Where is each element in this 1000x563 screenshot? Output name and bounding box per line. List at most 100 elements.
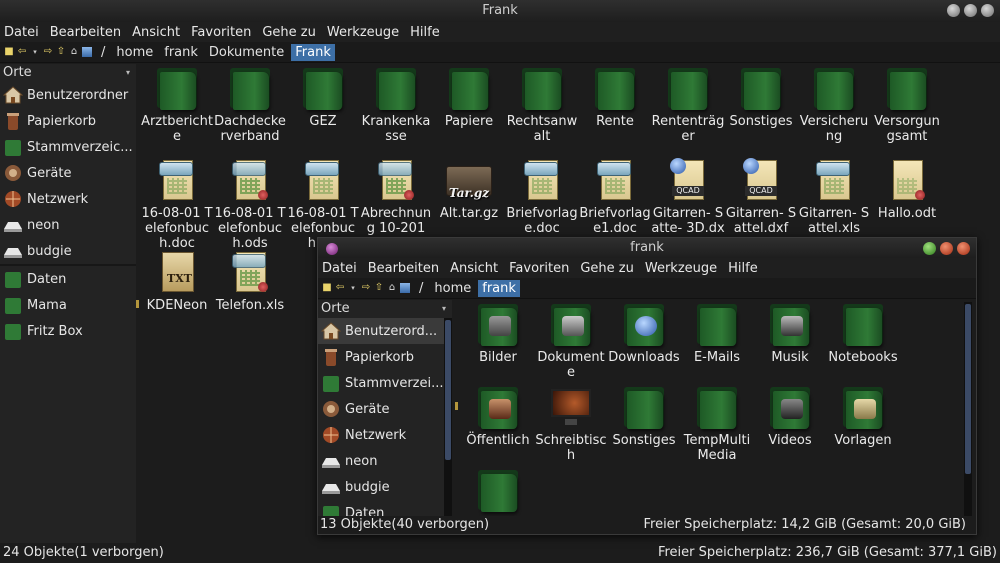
main-file-item[interactable]: Dachdecke rverband <box>213 66 287 144</box>
sidebar-item-papierkorb[interactable]: Papierkorb <box>318 344 452 370</box>
minimize-button[interactable] <box>947 4 960 17</box>
file-grid-scrollbar-thumb[interactable] <box>965 304 971 474</box>
sidebar-item-stammverzeichnis[interactable]: Stammverzei... <box>318 370 452 396</box>
main-file-item[interactable]: TXT KDENeon <box>140 250 214 313</box>
home-nav-icon[interactable]: ⌂ <box>387 283 397 293</box>
breadcrumb-frank-current[interactable]: frank <box>478 279 520 297</box>
sidebar-bookmark-mama[interactable]: Mama <box>0 292 136 318</box>
window-menu-icon[interactable] <box>326 243 338 255</box>
main-file-item[interactable]: Briefvorlag e1.doc <box>578 158 652 236</box>
sidebar-scrollbar-thumb[interactable] <box>445 320 451 460</box>
main-file-item[interactable]: Briefvorlag e.doc <box>505 158 579 236</box>
second-file-item[interactable]: Bilder <box>461 302 535 365</box>
breadcrumb-frank-current[interactable]: Frank <box>291 43 335 61</box>
sidebar-item-neon[interactable]: neon <box>0 212 136 238</box>
second-titlebar[interactable]: frank <box>318 238 976 258</box>
sidebar-item-benutzerordner[interactable]: Benutzerord... <box>318 318 452 344</box>
sidebar-resize-handle[interactable] <box>136 300 139 308</box>
sidebar-bookmark-fritz-box[interactable]: Fritz Box <box>0 318 136 344</box>
second-file-item[interactable]: Downloads <box>607 302 681 365</box>
main-file-item[interactable]: Versicheru ng <box>797 66 871 144</box>
sidebar-item-budgie[interactable]: budgie <box>318 474 452 500</box>
forward-icon[interactable]: ⇨ <box>43 47 53 57</box>
sidebar-bookmark-daten[interactable]: Daten <box>0 266 136 292</box>
sidebar-item-netzwerk[interactable]: Netzwerk <box>0 186 136 212</box>
main-file-item[interactable]: 16-08-01 Telefonbuc h.doc <box>140 158 214 251</box>
second-file-item[interactable]: Öffentlich <box>461 385 535 448</box>
menu-bearbeiten[interactable]: Bearbeiten <box>363 261 445 276</box>
sidebar-item-stammverzeichnis[interactable]: Stammverzeic... <box>0 134 136 160</box>
main-file-item[interactable]: QCAD Gitarren- Sattel.dxf <box>724 158 798 236</box>
places-dropdown[interactable]: Orte ▾ <box>0 64 136 82</box>
second-file-item[interactable] <box>461 468 535 516</box>
new-folder-icon[interactable]: ■ <box>4 47 14 57</box>
main-file-item[interactable]: Telefon.xls <box>213 250 287 313</box>
up-icon[interactable]: ⇧ <box>374 283 384 293</box>
sidebar-item-benutzerordner[interactable]: Benutzerordner <box>0 82 136 108</box>
main-file-item[interactable]: Papiere <box>432 66 506 129</box>
sidebar-item-geraete[interactable]: Geräte <box>0 160 136 186</box>
menu-hilfe[interactable]: Hilfe <box>405 25 446 40</box>
sidebar-bookmark-daten[interactable]: Daten <box>318 500 452 516</box>
main-file-item[interactable]: Versorgun gsamt <box>870 66 944 144</box>
menu-ansicht[interactable]: Ansicht <box>445 261 504 276</box>
main-file-item[interactable]: Rechtsanw alt <box>505 66 579 144</box>
sidebar-scrollbar[interactable] <box>444 318 452 516</box>
breadcrumb-frank[interactable]: frank <box>160 44 202 61</box>
back-icon[interactable]: ⇦ <box>17 47 27 57</box>
breadcrumb-root[interactable]: / <box>97 44 109 61</box>
close-button[interactable] <box>981 4 994 17</box>
menu-ansicht[interactable]: Ansicht <box>127 25 186 40</box>
second-file-item[interactable]: TempMulti Media <box>680 385 754 463</box>
main-file-item[interactable]: Krankenka sse <box>359 66 433 144</box>
home-nav-icon[interactable]: ⌂ <box>69 47 79 57</box>
second-file-item[interactable]: Sonstiges <box>607 385 681 448</box>
sidebar-item-budgie[interactable]: budgie <box>0 238 136 264</box>
sidebar-item-geraete[interactable]: Geräte <box>318 396 452 422</box>
menu-datei[interactable]: Datei <box>0 25 45 40</box>
maximize-button[interactable] <box>940 242 953 255</box>
main-titlebar[interactable]: Frank <box>0 0 1000 22</box>
main-file-item[interactable]: Hallo.odt <box>870 158 944 221</box>
main-file-item[interactable]: Arztbericht e <box>140 66 214 144</box>
sidebar-item-neon[interactable]: neon <box>318 448 452 474</box>
breadcrumb-root[interactable]: / <box>415 280 427 297</box>
close-button[interactable] <box>957 242 970 255</box>
back-icon[interactable]: ⇦ <box>335 283 345 293</box>
sidebar-item-netzwerk[interactable]: Netzwerk <box>318 422 452 448</box>
menu-hilfe[interactable]: Hilfe <box>723 261 764 276</box>
new-folder-icon[interactable]: ■ <box>322 283 332 293</box>
file-grid-scrollbar[interactable] <box>964 302 972 516</box>
minimize-button[interactable] <box>923 242 936 255</box>
menu-gehe-zu[interactable]: Gehe zu <box>575 261 640 276</box>
second-file-item[interactable]: Videos <box>753 385 827 448</box>
menu-favoriten[interactable]: Favoriten <box>504 261 575 276</box>
second-file-item[interactable]: Dokument e <box>534 302 608 380</box>
second-file-item[interactable]: Schreibtisc h <box>534 385 608 463</box>
menu-bearbeiten[interactable]: Bearbeiten <box>45 25 127 40</box>
menu-werkzeuge[interactable]: Werkzeuge <box>640 261 723 276</box>
up-icon[interactable]: ⇧ <box>56 47 66 57</box>
second-file-item[interactable]: E-Mails <box>680 302 754 365</box>
main-file-item[interactable]: Rente <box>578 66 652 129</box>
maximize-button[interactable] <box>964 4 977 17</box>
main-file-item[interactable]: Sonstiges <box>724 66 798 129</box>
breadcrumb-home[interactable]: home <box>112 44 157 61</box>
second-file-item[interactable]: Vorlagen <box>826 385 900 448</box>
main-file-item[interactable]: 16-08-01 Telefonbuc h.ods <box>213 158 287 251</box>
history-dropdown-icon[interactable]: ▾ <box>348 283 358 293</box>
menu-gehe-zu[interactable]: Gehe zu <box>257 25 322 40</box>
second-file-item[interactable]: Musik <box>753 302 827 365</box>
main-file-item[interactable]: Rententräg er <box>651 66 725 144</box>
main-file-item[interactable]: Gitarren- Sattel.xls <box>797 158 871 236</box>
breadcrumb-home[interactable]: home <box>430 280 475 297</box>
forward-icon[interactable]: ⇨ <box>361 283 371 293</box>
breadcrumb-dokumente[interactable]: Dokumente <box>205 44 288 61</box>
main-file-item[interactable]: Tar.gz Alt.tar.gz <box>432 158 506 221</box>
sidebar-resize-handle[interactable] <box>455 402 458 410</box>
places-dropdown[interactable]: Orte ▾ <box>318 300 452 318</box>
menu-datei[interactable]: Datei <box>318 261 363 276</box>
second-file-item[interactable]: Notebooks <box>826 302 900 365</box>
history-dropdown-icon[interactable]: ▾ <box>30 47 40 57</box>
sidebar-item-papierkorb[interactable]: Papierkorb <box>0 108 136 134</box>
